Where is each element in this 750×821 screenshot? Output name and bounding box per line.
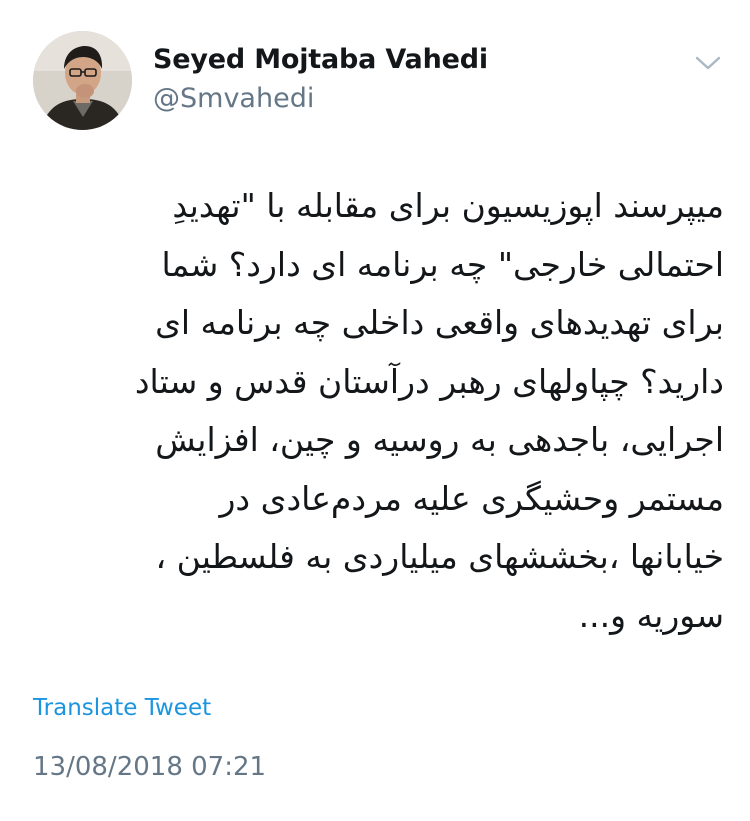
translate-tweet-link[interactable]: Translate Tweet [33,695,211,721]
user-handle[interactable]: @Smvahedi [153,83,314,114]
tweet-text-line: احتمالی خارجی" چه برنامه ای دارد؟ شما [161,244,724,284]
display-name[interactable]: Seyed Mojtaba Vahedi [153,44,488,75]
tweet-text-line: خیابانها ،بخششهای میلیاردی به فلسطین ، [155,537,724,576]
chevron-down-icon[interactable] [694,54,722,72]
tweet-text-line: برای تهدیدهای واقعی داخلی چه برنامه ای [155,303,724,342]
tweet-card: Seyed Mojtaba Vahedi @Smvahedi میپرسند ا… [0,0,750,821]
avatar[interactable] [33,31,132,130]
tweet-text-line: میپرسند اپوزیسیون برای مقابله با "تهدیدِ [172,186,724,225]
tweet-timestamp[interactable]: 13/08/2018 07:21 [33,752,266,782]
tweet-text-line: دارید؟ چپاولهای رهبر درآستان قدس و ستاد [134,361,724,401]
tweet-text-line: سوریه و... [578,595,724,635]
profile-photo-icon [33,31,132,130]
tweet-text-line: اجرایی، باجدهی به روسیه و چین، افزایش [155,420,724,459]
tweet-text: میپرسند اپوزیسیون برای مقابله با "تهدیدِ… [30,177,724,645]
tweet-text-line: مستمر وحشیگری علیه مردم‌عادی در [219,478,725,518]
